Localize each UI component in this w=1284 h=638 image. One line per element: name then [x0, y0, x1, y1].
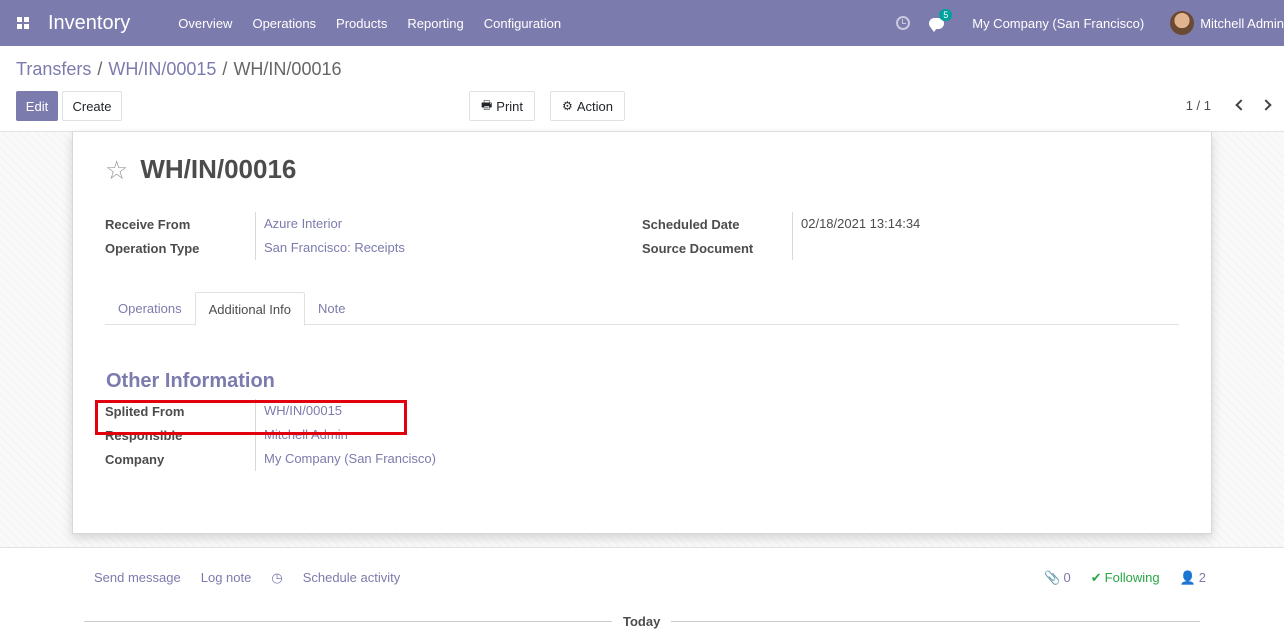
operation-type-value[interactable]: San Francisco: Receipts	[255, 236, 405, 260]
tab-additional-info[interactable]: Additional Info	[194, 292, 305, 326]
breadcrumb: Transfers / WH/IN/00015 / WH/IN/00016	[16, 59, 341, 80]
user-icon: 👤	[1179, 570, 1196, 585]
gear-icon: ⚙	[562, 99, 573, 113]
create-button[interactable]: Create	[62, 91, 122, 121]
company-label: Company	[105, 451, 165, 467]
breadcrumb-parent-record[interactable]: WH/IN/00015	[108, 59, 216, 80]
paperclip-icon: 📎	[1044, 570, 1061, 585]
tab-note[interactable]: Note	[305, 292, 358, 325]
attachments-count: 0	[1063, 570, 1071, 585]
edit-button[interactable]: Edit	[16, 91, 58, 121]
messaging-menu[interactable]: 5	[929, 8, 953, 32]
right-field-group: Scheduled Date 02/18/2021 13:14:34 Sourc…	[642, 212, 920, 260]
pager-next-button[interactable]	[1259, 95, 1274, 115]
source-document-value	[792, 236, 801, 260]
following-button[interactable]: ✔ Following	[1091, 570, 1160, 586]
control-panel: Transfers / WH/IN/00015 / WH/IN/00016 Ed…	[0, 46, 1284, 132]
printer-icon: 🖶	[480, 97, 493, 112]
schedule-activity-label: Schedule activity	[302, 570, 401, 585]
scheduled-date-value: 02/18/2021 13:14:34	[792, 212, 920, 236]
print-label: Print	[496, 98, 524, 114]
menu-operations[interactable]: Operations	[252, 16, 316, 31]
operation-type-label: Operation Type	[105, 240, 200, 256]
apps-menu-icon[interactable]	[0, 0, 46, 46]
other-information-heading: Other Information	[106, 370, 275, 392]
followers-count: 2	[1198, 570, 1206, 585]
scheduled-date-label: Scheduled Date	[642, 216, 740, 232]
breadcrumb-separator: /	[222, 59, 228, 79]
left-field-group: Receive From Azure Interior Operation Ty…	[105, 212, 405, 260]
company-value[interactable]: My Company (San Francisco)	[255, 447, 436, 471]
chat-count-badge: 5	[939, 8, 953, 21]
menu-reporting[interactable]: Reporting	[407, 16, 463, 31]
print-button[interactable]: 🖶 Print	[469, 91, 535, 121]
menu-configuration[interactable]: Configuration	[484, 16, 561, 31]
action-label: Action	[576, 98, 613, 114]
receive-from-label: Receive From	[105, 216, 191, 232]
breadcrumb-transfers[interactable]: Transfers	[16, 59, 91, 80]
main-menu: Overview Operations Products Reporting C…	[178, 16, 581, 31]
user-menu[interactable]: Mitchell Admin	[1200, 16, 1284, 31]
followers-button[interactable]: 👤 2	[1180, 570, 1206, 586]
activity-clock-icon[interactable]	[896, 16, 911, 30]
form-view: ☆ WH/IN/00016 Receive From Azure Interio…	[0, 132, 1284, 548]
log-note-button[interactable]: Log note	[201, 570, 252, 586]
notebook-tabs: Operations Additional Info Note	[105, 292, 1179, 326]
menu-products[interactable]: Products	[336, 16, 387, 31]
check-icon: ✔	[1090, 570, 1102, 585]
app-name[interactable]: Inventory	[48, 12, 130, 35]
chevron-right-icon	[1259, 99, 1272, 111]
action-button[interactable]: ⚙ Action	[550, 91, 625, 121]
company-switcher[interactable]: My Company (San Francisco)	[972, 16, 1144, 31]
annotation-highlight-box	[95, 400, 407, 435]
form-sheet: ☆ WH/IN/00016 Receive From Azure Interio…	[72, 132, 1212, 534]
following-label: Following	[1104, 570, 1160, 585]
attachments-button[interactable]: 📎 0	[1044, 570, 1070, 586]
send-message-button[interactable]: Send message	[94, 570, 181, 586]
tab-operations[interactable]: Operations	[105, 292, 195, 325]
source-document-label: Source Document	[642, 240, 754, 256]
breadcrumb-separator: /	[97, 59, 103, 79]
menu-overview[interactable]: Overview	[178, 16, 232, 31]
chatter: Send message Log note ◷ Schedule activity…	[0, 548, 1284, 638]
receive-from-value[interactable]: Azure Interior	[255, 212, 342, 236]
record-title: WH/IN/00016	[140, 154, 297, 184]
chevron-left-icon	[1234, 99, 1247, 111]
clock-icon: ◷	[271, 570, 283, 585]
breadcrumb-current: WH/IN/00016	[233, 59, 342, 79]
pager-previous-button[interactable]	[1232, 95, 1247, 115]
star-icon[interactable]: ☆	[105, 157, 128, 183]
schedule-activity-button[interactable]: ◷ Schedule activity	[271, 570, 420, 586]
pager-value[interactable]: 1 / 1	[1186, 98, 1211, 113]
top-navbar: Inventory Overview Operations Products R…	[0, 0, 1284, 46]
today-separator-label: Today	[612, 614, 672, 629]
user-avatar[interactable]	[1170, 11, 1195, 35]
